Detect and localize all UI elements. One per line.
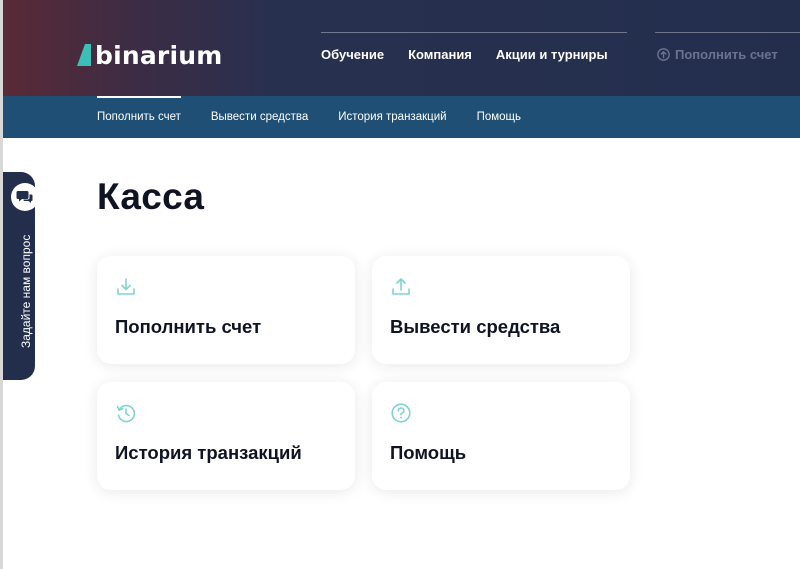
top-deposit-label: Пополнить счет	[675, 47, 778, 62]
top-navigation: Обучение Компания Акции и турниры	[321, 47, 608, 62]
topnav-divider	[321, 32, 627, 33]
subnav-tab-help[interactable]: Помощь	[477, 96, 521, 138]
subnav-tab-deposit[interactable]: Пополнить счет	[97, 96, 181, 138]
history-icon	[116, 404, 136, 423]
card-withdraw-label: Вывести средства	[390, 316, 561, 337]
brand-name: binarium	[95, 40, 223, 70]
upload-icon	[392, 278, 410, 295]
subnav-tab-history[interactable]: История транзакций	[338, 96, 446, 138]
card-help-label: Помощь	[390, 442, 467, 463]
card-deposit-label: Пополнить счет	[115, 316, 262, 337]
top-header: binarium Обучение Компания Акции и турни…	[3, 0, 800, 96]
download-icon	[117, 278, 135, 295]
ask-question-label[interactable]: Задайте нам вопрос	[19, 235, 33, 348]
cashier-subnav: Пополнить счет Вывести средства История …	[3, 96, 800, 138]
arrow-up-circle-icon	[657, 48, 670, 61]
page-title: Касса	[97, 176, 205, 217]
card-withdraw[interactable]: Вывести средства	[372, 256, 630, 364]
app-frame: binarium Обучение Компания Акции и турни…	[0, 0, 800, 569]
help-icon	[391, 403, 411, 423]
chat-bubbles-icon[interactable]	[11, 183, 39, 211]
card-help[interactable]: Помощь	[372, 382, 630, 490]
card-history[interactable]: История транзакций	[97, 382, 355, 490]
top-deposit-button[interactable]: Пополнить счет	[657, 47, 778, 62]
nav-item-education[interactable]: Обучение	[321, 47, 384, 62]
nav-item-company[interactable]: Компания	[408, 47, 472, 62]
brand-logo[interactable]: binarium	[77, 40, 222, 70]
logo-mark-icon	[77, 44, 91, 66]
card-history-label: История транзакций	[115, 442, 302, 463]
topnav-divider-right	[655, 32, 800, 33]
nav-item-promotions[interactable]: Акции и турниры	[496, 47, 608, 62]
subnav-tab-withdraw[interactable]: Вывести средства	[211, 96, 308, 138]
card-deposit[interactable]: Пополнить счет	[97, 256, 355, 364]
